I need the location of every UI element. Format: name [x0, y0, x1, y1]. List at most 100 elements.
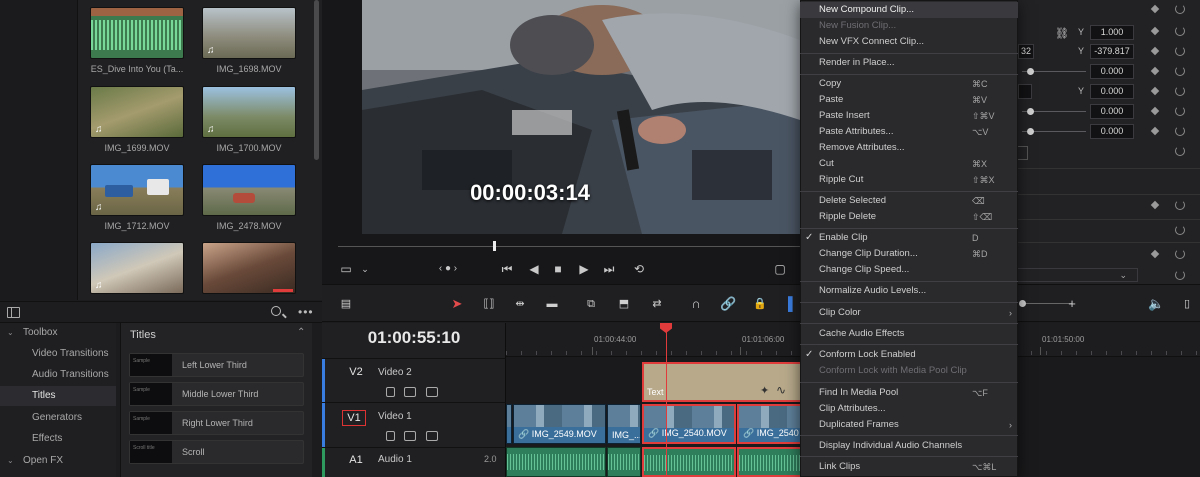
reset-icon[interactable]	[1175, 86, 1185, 96]
menu-item-paste-insert[interactable]: Paste Insert ⇧⌘V	[800, 108, 1018, 124]
overwrite-clip-icon[interactable]: ⬒	[614, 295, 634, 313]
link-icon[interactable]: ⛓	[1055, 27, 1069, 40]
search-icon[interactable]	[271, 306, 281, 316]
rotation-slider-knob[interactable]	[1027, 68, 1034, 75]
video-clip-selected[interactable]: 🔗 IMG_2540	[737, 404, 802, 444]
viewer-scrub-handle[interactable]	[493, 241, 496, 251]
position-x-field[interactable]: 32	[1018, 44, 1034, 59]
auto-select-icon[interactable]	[404, 387, 416, 397]
reset-icon[interactable]	[1175, 106, 1185, 116]
reset-icon[interactable]	[1175, 225, 1185, 235]
tree-item-generators[interactable]: Generators	[0, 408, 116, 428]
chevron-down-icon[interactable]: ⌄	[360, 257, 370, 281]
pitch-field[interactable]: 0.000	[1090, 104, 1134, 119]
title-item-scroll[interactable]: Scroll title Scroll	[129, 440, 304, 464]
track-header-v2[interactable]: V2 Video 2	[322, 358, 506, 403]
insert-clip-icon[interactable]: ⧉	[580, 295, 602, 313]
viewer-mode-icon[interactable]: ▭	[338, 257, 354, 281]
stop-button[interactable]: ■	[550, 257, 566, 281]
reset-icon[interactable]	[1175, 270, 1185, 280]
track-header-v1[interactable]: V1 Video 1	[322, 402, 506, 447]
inspector-dropdown[interactable]: ⌄	[1018, 268, 1138, 282]
panel-toggle-icon[interactable]	[7, 307, 20, 318]
media-pool-scrollbar[interactable]	[314, 0, 319, 160]
menu-item-paste-attributes[interactable]: Paste Attributes... ⌥V	[800, 124, 1018, 140]
title-item-left-lower-third[interactable]: Sample Left Lower Third	[129, 353, 304, 377]
menu-item-find-in-media-pool[interactable]: Find In Media Pool ⌥F	[800, 385, 1018, 401]
video-clip[interactable]: 🔗 IMG_2549.MOV	[513, 404, 606, 444]
dynamic-trim-icon[interactable]: ⇹	[510, 295, 530, 313]
tree-item-titles[interactable]: Titles	[0, 386, 116, 406]
reset-icon[interactable]	[1175, 126, 1185, 136]
menu-item-remove-attributes[interactable]: Remove Attributes...	[800, 140, 1018, 156]
fullscreen-icon[interactable]: ▢	[772, 257, 788, 281]
tree-item-open-fx[interactable]: ⌄ Open FX	[0, 451, 116, 471]
menu-item-conform-lock-enabled[interactable]: ✓ Conform Lock Enabled	[800, 347, 1018, 363]
menu-item-new-vfx-connect-clip[interactable]: New VFX Connect Clip...	[800, 34, 1018, 50]
rotation-field[interactable]: 0.000	[1090, 64, 1134, 79]
viewer-scrub-bar[interactable]	[338, 246, 800, 247]
zoom-slider-knob[interactable]	[1019, 300, 1026, 307]
chevron-up-icon[interactable]: ⌃	[297, 327, 305, 338]
tree-item-audio-transitions[interactable]: Audio Transitions	[0, 365, 116, 385]
menu-item-duplicated-frames[interactable]: Duplicated Frames ›	[800, 417, 1018, 433]
menu-item-clip-attributes[interactable]: Clip Attributes...	[800, 401, 1018, 417]
menu-item-enable-clip[interactable]: ✓ Enable Clip D	[800, 230, 1018, 246]
menu-item-render-in-place[interactable]: Render in Place...	[800, 55, 1018, 71]
audio-clip[interactable]	[506, 447, 606, 477]
menu-item-display-individual-audio-channels[interactable]: Display Individual Audio Channels	[800, 438, 1018, 454]
speaker-icon[interactable]: 🔈	[1148, 295, 1164, 313]
reset-icon[interactable]	[1175, 4, 1185, 14]
clip-thumbnail[interactable]	[202, 164, 296, 216]
reset-icon[interactable]	[1175, 200, 1185, 210]
tree-item-video-transitions[interactable]: Video Transitions	[0, 344, 116, 364]
clip-thumbnail[interactable]	[202, 242, 296, 294]
video-clip-selected[interactable]: 🔗 IMG_2540.MOV	[642, 404, 736, 444]
video-clip[interactable]: IMG_...	[607, 404, 641, 444]
track-visibility-icon[interactable]	[426, 431, 438, 441]
clip-thumbnail-audio[interactable]	[90, 7, 184, 59]
menu-item-delete-selected[interactable]: Delete Selected ⌫	[800, 193, 1018, 209]
menu-item-paste[interactable]: Paste ⌘V	[800, 92, 1018, 108]
menu-item-ripple-cut[interactable]: Ripple Cut ⇧⌘X	[800, 172, 1018, 188]
menu-item-cut[interactable]: Cut ⌘X	[800, 156, 1018, 172]
clip-thumbnail[interactable]: ♫	[90, 164, 184, 216]
more-options-icon[interactable]: •••	[298, 305, 314, 319]
title-item-middle-lower-third[interactable]: Sample Middle Lower Third	[129, 382, 304, 406]
position-lock-icon[interactable]: 🔒	[752, 295, 768, 313]
timeline-view-options-icon[interactable]: ▤	[336, 295, 356, 313]
video-clip[interactable]	[506, 404, 512, 444]
menu-item-link-clips[interactable]: Link Clips ⌥⌘L	[800, 459, 1018, 475]
position-y-field[interactable]: -379.817	[1090, 44, 1134, 59]
audio-clip-selected[interactable]	[737, 447, 802, 477]
flag-icon[interactable]: ▌	[788, 295, 797, 313]
menu-item-normalize-audio-levels[interactable]: Normalize Audio Levels...	[800, 283, 1018, 299]
zoom-in-icon[interactable]: +	[1066, 295, 1078, 313]
anchor-y-field[interactable]: 0.000	[1090, 84, 1134, 99]
audio-clip[interactable]	[607, 447, 641, 477]
reset-icon[interactable]	[1175, 46, 1185, 56]
clip-thumbnail[interactable]: ♫	[90, 242, 184, 294]
trim-tool-icon[interactable]: ⟦⟧	[478, 295, 500, 313]
yaw-field[interactable]: 0.000	[1090, 124, 1134, 139]
mixer-icon[interactable]: ▯	[1180, 295, 1194, 313]
menu-item-new-compound-clip[interactable]: New Compound Clip...	[800, 2, 1018, 18]
reset-icon[interactable]	[1175, 26, 1185, 36]
anchor-x-field[interactable]	[1018, 84, 1032, 99]
reset-icon[interactable]	[1175, 249, 1185, 259]
title-item-right-lower-third[interactable]: Sample Right Lower Third	[129, 411, 304, 435]
auto-select-icon[interactable]	[404, 431, 416, 441]
menu-item-new-fusion-clip[interactable]: New Fusion Clip...	[800, 18, 1018, 34]
playhead-line[interactable]	[666, 330, 667, 477]
menu-item-ripple-delete[interactable]: Ripple Delete ⇧⌫	[800, 209, 1018, 225]
tree-item-effects[interactable]: Effects	[0, 429, 116, 449]
menu-item-cache-audio-effects[interactable]: Cache Audio Effects	[800, 326, 1018, 342]
tree-item-toolbox[interactable]: ⌄ Toolbox	[0, 323, 116, 343]
menu-item-conform-lock-with-media-pool-clip[interactable]: Conform Lock with Media Pool Clip	[800, 363, 1018, 379]
track-visibility-icon[interactable]	[426, 387, 438, 397]
reset-icon[interactable]	[1175, 66, 1185, 76]
play-button[interactable]: ▶	[576, 257, 592, 281]
clip-thumbnail[interactable]: ♫	[202, 7, 296, 59]
zoom-slider[interactable]	[1022, 303, 1072, 304]
pitch-slider-knob[interactable]	[1027, 108, 1034, 115]
